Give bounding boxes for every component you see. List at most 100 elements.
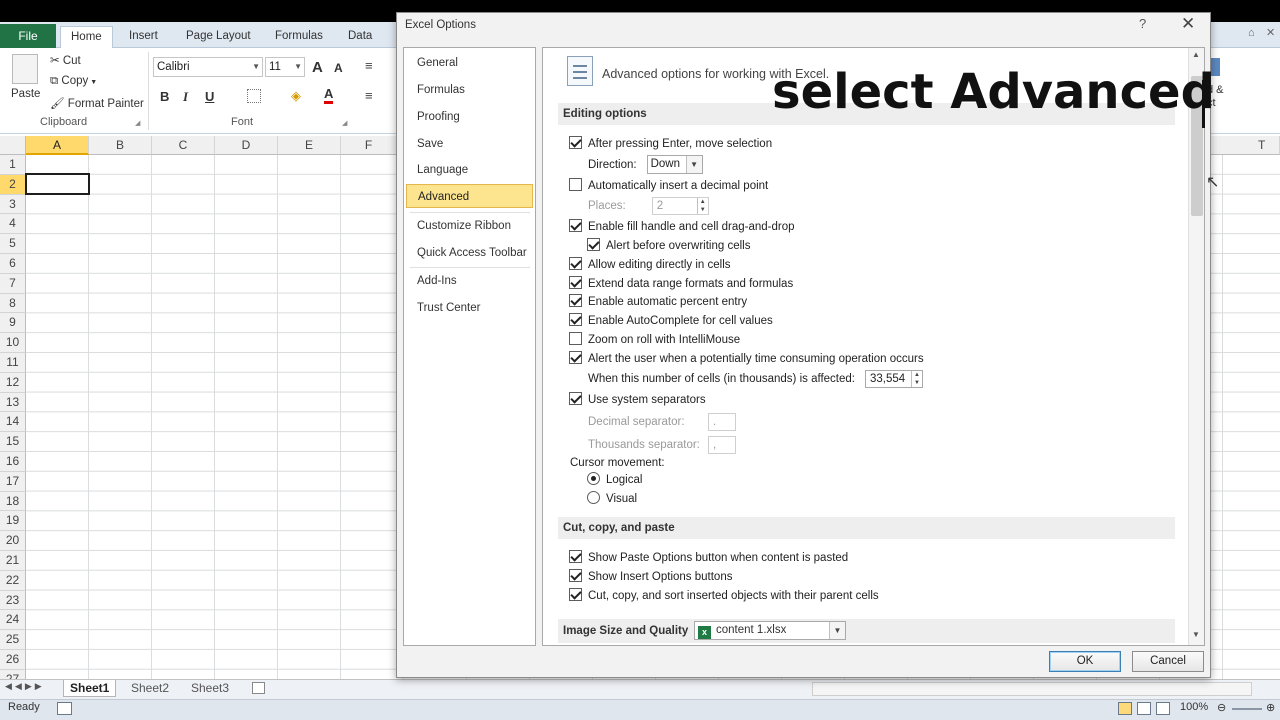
column-header[interactable]: A <box>26 136 89 155</box>
row-header[interactable]: 7 <box>0 273 26 294</box>
option-show-paste[interactable]: Show Paste Options button when content i… <box>569 550 848 565</box>
tab-data[interactable]: Data <box>338 26 382 48</box>
image-workbook-select[interactable]: x content 1.xlsx ▼ <box>694 621 846 640</box>
option-percent-entry[interactable]: Enable automatic percent entry <box>569 294 747 309</box>
checkbox[interactable] <box>569 351 582 364</box>
row-header[interactable]: 13 <box>0 392 26 413</box>
checkbox[interactable] <box>569 550 582 563</box>
row-header[interactable]: 8 <box>0 293 26 314</box>
align-top-icon[interactable]: ≡ <box>365 58 373 73</box>
checkbox[interactable] <box>569 276 582 289</box>
ok-button[interactable]: OK <box>1049 651 1121 672</box>
nav-save[interactable]: Save <box>406 132 533 156</box>
font-size-select[interactable]: 11 ▼ <box>265 57 305 77</box>
checkbox[interactable] <box>587 238 600 251</box>
spinner-icon[interactable]: ▲ ▼ <box>910 371 922 387</box>
borders-icon[interactable] <box>247 89 261 103</box>
places-input[interactable]: 2 ▲ ▼ <box>651 197 709 215</box>
tab-page-layout[interactable]: Page Layout <box>176 26 261 48</box>
spinner-icon[interactable]: ▲ ▼ <box>696 198 708 214</box>
row-header[interactable]: 20 <box>0 531 26 551</box>
row-header[interactable]: 22 <box>0 570 26 591</box>
row-header[interactable]: 16 <box>0 452 26 472</box>
option-allow-editing[interactable]: Allow editing directly in cells <box>569 257 731 272</box>
column-header[interactable]: D <box>215 136 278 155</box>
row-header[interactable]: 15 <box>0 432 26 452</box>
row-header[interactable]: 23 <box>0 590 26 611</box>
column-header[interactable]: T <box>1211 136 1280 155</box>
sheet-nav-arrows-icon[interactable]: ◀◀▶▶ <box>5 681 45 692</box>
thousands-separator-input[interactable]: , <box>708 436 736 454</box>
option-extend-formats[interactable]: Extend data range formats and formulas <box>569 276 793 291</box>
decimal-separator-input[interactable]: . <box>708 413 736 431</box>
cells-affected-input[interactable]: 33,554 ▲ ▼ <box>864 370 923 388</box>
scroll-down-icon[interactable]: ▼ <box>1192 630 1200 639</box>
option-after-enter[interactable]: After pressing Enter, move selection <box>569 136 772 151</box>
cancel-button[interactable]: Cancel <box>1132 651 1204 672</box>
page-layout-view-icon[interactable] <box>1137 702 1151 715</box>
option-show-insert[interactable]: Show Insert Options buttons <box>569 569 732 584</box>
option-alert-overwrite[interactable]: Alert before overwriting cells <box>587 238 750 253</box>
tab-home[interactable]: Home <box>60 26 113 49</box>
row-header[interactable]: 2 <box>0 174 26 195</box>
radio-logical[interactable]: Logical <box>587 472 642 487</box>
checkbox[interactable] <box>569 257 582 270</box>
bold-button[interactable]: B <box>160 89 169 104</box>
radio-visual[interactable]: Visual <box>587 491 637 506</box>
nav-proofing[interactable]: Proofing <box>406 105 533 129</box>
underline-button[interactable]: U <box>205 89 214 104</box>
align-left-icon[interactable]: ≡ <box>365 88 373 103</box>
row-header[interactable]: 9 <box>0 313 26 334</box>
italic-button[interactable]: I <box>183 89 188 105</box>
checkbox[interactable] <box>569 294 582 307</box>
checkbox[interactable] <box>569 569 582 582</box>
nav-formulas[interactable]: Formulas <box>406 78 533 102</box>
vertical-scrollbar[interactable]: ▲ ▼ <box>1188 48 1204 645</box>
tab-formulas[interactable]: Formulas <box>265 26 333 48</box>
page-break-view-icon[interactable] <box>1156 702 1170 715</box>
macro-record-icon[interactable] <box>57 702 72 715</box>
zoom-in-icon[interactable]: ⊕ <box>1266 701 1275 714</box>
format-painter-button[interactable]: 🖌 Format Painter <box>50 96 144 110</box>
nav-customize-ribbon[interactable]: Customize Ribbon <box>406 214 533 238</box>
fill-color-icon[interactable]: ◈ <box>291 88 301 104</box>
cut-button[interactable]: ✂ Cut <box>50 53 81 67</box>
sheet-tab[interactable]: Sheet3 <box>185 680 235 697</box>
radio[interactable] <box>587 491 600 504</box>
dialog-launcher-icon[interactable]: ◢ <box>342 119 347 127</box>
row-header[interactable]: 12 <box>0 372 26 393</box>
row-header[interactable]: 26 <box>0 650 26 670</box>
row-header[interactable]: 21 <box>0 551 26 571</box>
direction-select[interactable]: Down ▼ <box>646 155 703 174</box>
checkbox[interactable] <box>569 219 582 232</box>
nav-add-ins[interactable]: Add-Ins <box>406 269 533 293</box>
nav-general[interactable]: General <box>406 51 533 75</box>
row-header[interactable]: 14 <box>0 412 26 433</box>
dialog-launcher-icon[interactable]: ◢ <box>135 119 140 127</box>
sheet-tab[interactable]: Sheet2 <box>125 680 175 697</box>
help-icon[interactable]: ? <box>1139 16 1146 31</box>
insert-sheet-icon[interactable] <box>252 682 265 694</box>
help-icon[interactable]: ⌂ <box>1248 27 1255 39</box>
copy-button[interactable]: ⧉ Copy ▼ <box>50 75 97 88</box>
nav-trust-center[interactable]: Trust Center <box>406 296 533 320</box>
column-header[interactable]: B <box>89 136 152 155</box>
paste-icon[interactable] <box>12 54 38 84</box>
close-icon[interactable]: ✕ <box>1181 14 1195 34</box>
tab-insert[interactable]: Insert <box>119 26 168 48</box>
option-fill-handle[interactable]: Enable fill handle and cell drag-and-dro… <box>569 219 795 234</box>
zoom-slider[interactable] <box>1232 708 1262 710</box>
row-header[interactable]: 25 <box>0 630 26 650</box>
checkbox[interactable] <box>569 332 582 345</box>
column-header[interactable]: C <box>152 136 215 155</box>
row-header[interactable]: 6 <box>0 254 26 274</box>
checkbox[interactable] <box>569 392 582 405</box>
nav-quick-access-toolbar[interactable]: Quick Access Toolbar <box>406 241 533 265</box>
grow-font-button[interactable]: A <box>312 59 323 76</box>
option-cut-copy-sort[interactable]: Cut, copy, and sort inserted objects wit… <box>569 588 879 603</box>
column-header[interactable]: F <box>341 136 397 155</box>
scroll-up-icon[interactable]: ▲ <box>1192 50 1200 59</box>
checkbox[interactable] <box>569 178 582 191</box>
shrink-font-button[interactable]: A <box>334 61 343 75</box>
option-auto-decimal[interactable]: Automatically insert a decimal point <box>569 178 768 193</box>
